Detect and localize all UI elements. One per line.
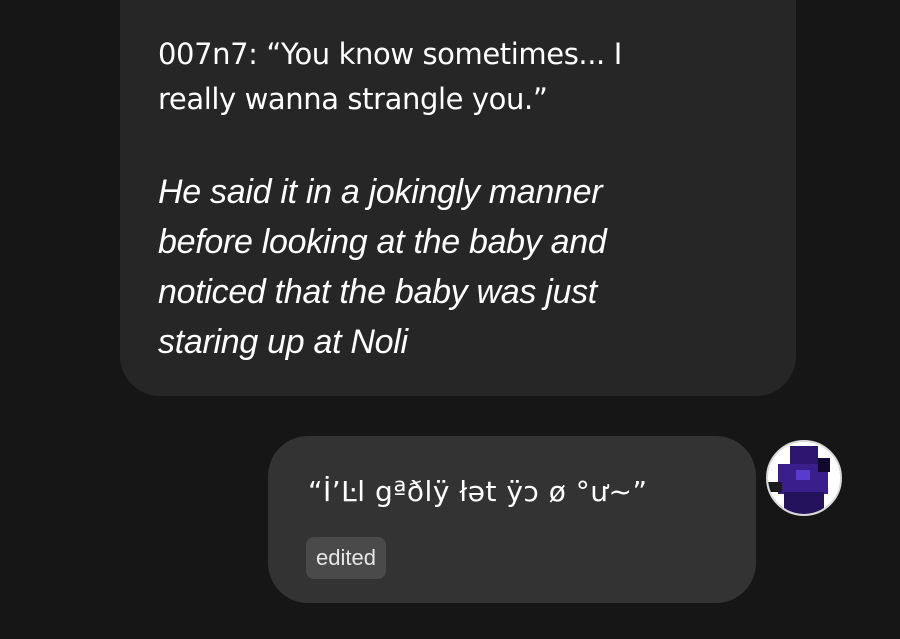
- avatar-figure-icon: [768, 442, 840, 514]
- user-avatar[interactable]: [766, 440, 842, 516]
- character-message-bubble[interactable]: 007n7: “You know sometimes... I really w…: [120, 0, 796, 396]
- character-speech-text: 007n7: “You know sometimes... I really w…: [158, 37, 622, 116]
- user-message-text: “İ’Ŀl gªðlÿ łət ÿɔ ø °ư~”: [308, 475, 648, 508]
- character-action-text: He said it in a jokingly manner before l…: [158, 173, 607, 361]
- edited-badge: edited: [306, 537, 386, 579]
- user-message-bubble[interactable]: “İ’Ŀl gªðlÿ łət ÿɔ ø °ư~” edited: [268, 436, 756, 603]
- chat-view: 007n7: “You know sometimes... I really w…: [0, 0, 900, 639]
